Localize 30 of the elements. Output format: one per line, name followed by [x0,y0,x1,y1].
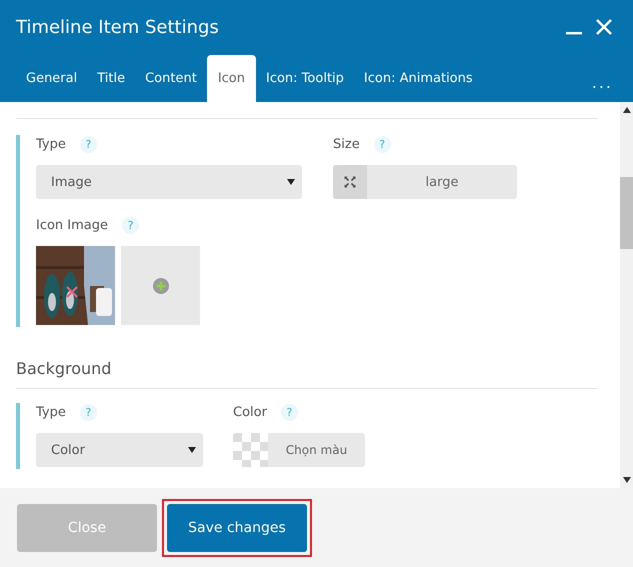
scroll-down-icon[interactable] [622,477,630,483]
tab[interactable]: Icon [206,55,256,102]
tab[interactable]: Content [135,55,207,102]
scrollbar[interactable] [620,102,633,488]
more-tabs-button[interactable]: ... [586,62,619,102]
scrollbar-thumb[interactable] [620,177,633,249]
tab[interactable]: General [16,55,88,102]
plus-icon [152,278,168,294]
caret-icon [188,447,196,453]
save-button[interactable]: Save changes [167,504,307,552]
tab[interactable]: Icon: Tooltip [256,55,354,102]
transparency-swatch-icon [233,433,268,467]
field-label: Type [36,404,66,420]
field-label: Size [333,136,360,152]
tab[interactable]: Icon: Animations [354,55,483,102]
size-field[interactable]: large [333,165,517,199]
field-label: Color [233,404,267,420]
tab[interactable]: Title [87,55,136,102]
type-dropdown[interactable]: Color [36,433,203,467]
color-picker-button[interactable]: Chọn màu [233,433,365,467]
field-label: Icon Image [36,218,108,232]
section-heading: Background [16,359,112,380]
caret-icon [287,179,295,185]
remove-icon[interactable] [66,286,78,298]
scroll-up-icon[interactable] [622,107,630,113]
field-label: Type [36,136,66,152]
close-icon[interactable] [595,18,613,36]
type-dropdown[interactable]: Image [36,165,302,199]
expand-icon [344,176,356,188]
window-title: Timeline Item Settings [16,16,220,38]
